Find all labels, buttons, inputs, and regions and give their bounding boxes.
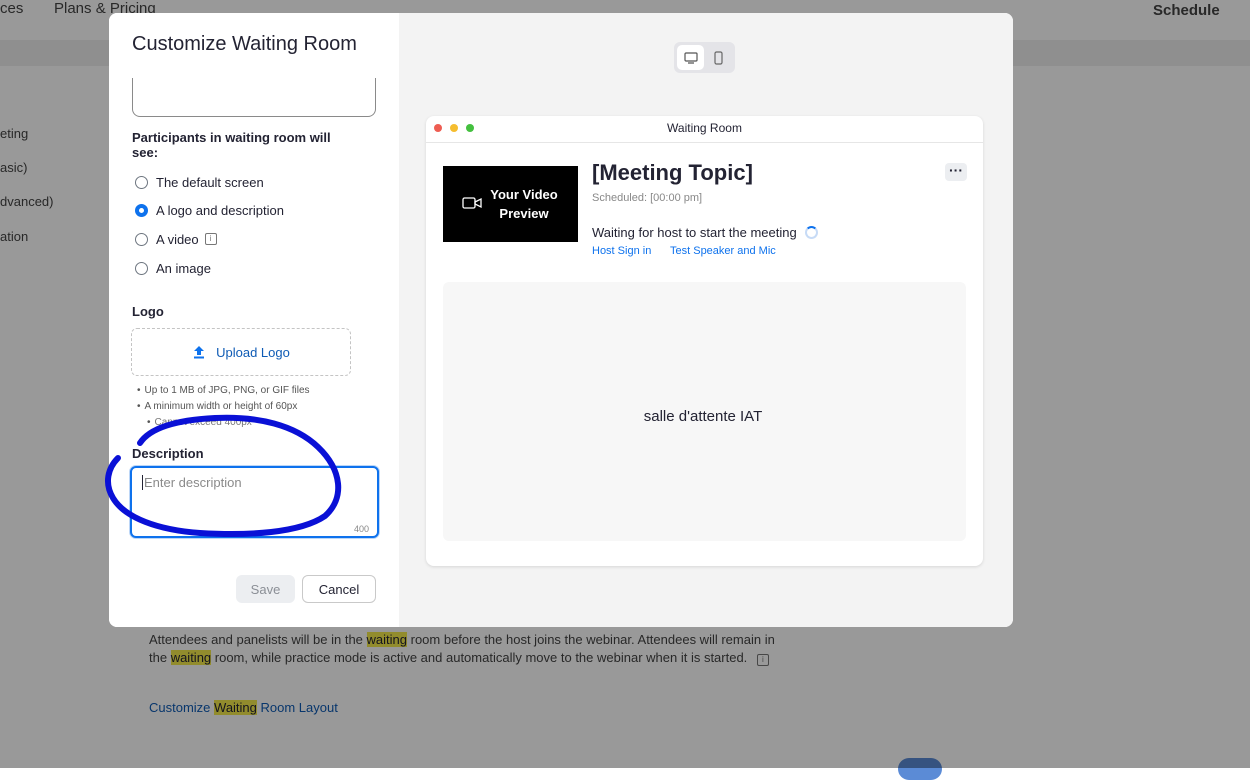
cancel-button[interactable]: Cancel (302, 575, 376, 603)
settings-panel: Customize Waiting Room Participants in w… (109, 13, 399, 627)
desktop-preview-button[interactable] (677, 45, 704, 70)
mobile-icon (714, 50, 723, 65)
desktop-icon (683, 51, 698, 64)
preview-title-bar: Waiting Room (426, 116, 983, 143)
mobile-preview-button[interactable] (705, 45, 732, 70)
description-label: Description (132, 446, 204, 461)
radio-button-checked[interactable] (135, 203, 148, 217)
info-icon[interactable]: i (204, 233, 217, 245)
radio-button[interactable] (135, 261, 148, 275)
video-preview: Your Video Preview (443, 166, 578, 242)
description-preview-area: salle d'attente IAT (443, 282, 966, 541)
upload-note: A minimum width or height of 60px (137, 401, 298, 412)
logo-label: Logo (132, 304, 164, 319)
meeting-topic: [Meeting Topic] (592, 160, 753, 185)
participants-label: Participants in waiting room will see: (132, 130, 331, 160)
loading-spinner-icon (804, 226, 818, 239)
upload-icon (194, 346, 205, 359)
description-preview-text: salle d'attente IAT (643, 408, 763, 425)
video-camera-icon (462, 197, 482, 209)
host-sign-in-link[interactable]: Host Sign in (592, 245, 651, 257)
radio-button[interactable] (135, 232, 148, 246)
test-speaker-link[interactable]: Test Speaker and Mic (670, 245, 776, 257)
scheduled-time: Scheduled: [00:00 pm] (592, 192, 703, 204)
modal-title: Customize Waiting Room (132, 33, 357, 55)
option-default-screen[interactable]: The default screen (135, 172, 264, 192)
option-image[interactable]: An image (135, 258, 211, 278)
character-counter: 400 (353, 524, 369, 534)
description-textarea[interactable]: Enter description 400 (130, 466, 379, 538)
radio-button[interactable] (135, 175, 148, 189)
upload-note-occluded: Cannot exceed 400px (147, 417, 252, 428)
upload-logo-button[interactable]: Upload Logo (131, 328, 351, 376)
option-logo-description[interactable]: A logo and description (135, 200, 284, 220)
customize-waiting-room-modal: Customize Waiting Room Participants in w… (109, 13, 1013, 627)
title-textarea[interactable] (132, 78, 376, 117)
device-toggle (674, 42, 735, 73)
upload-note: Up to 1 MB of JPG, PNG, or GIF files (137, 385, 310, 396)
option-video[interactable]: A video i (135, 229, 217, 249)
more-icon[interactable]: ··· (945, 163, 967, 181)
waiting-room-preview: Waiting Room Your Video Preview [Meeting… (426, 116, 983, 566)
preview-panel: Waiting Room Your Video Preview [Meeting… (399, 13, 1013, 627)
preview-window-title: Waiting Room (667, 121, 742, 135)
waiting-status: Waiting for host to start the meeting (592, 225, 818, 240)
save-button[interactable]: Save (236, 575, 295, 603)
